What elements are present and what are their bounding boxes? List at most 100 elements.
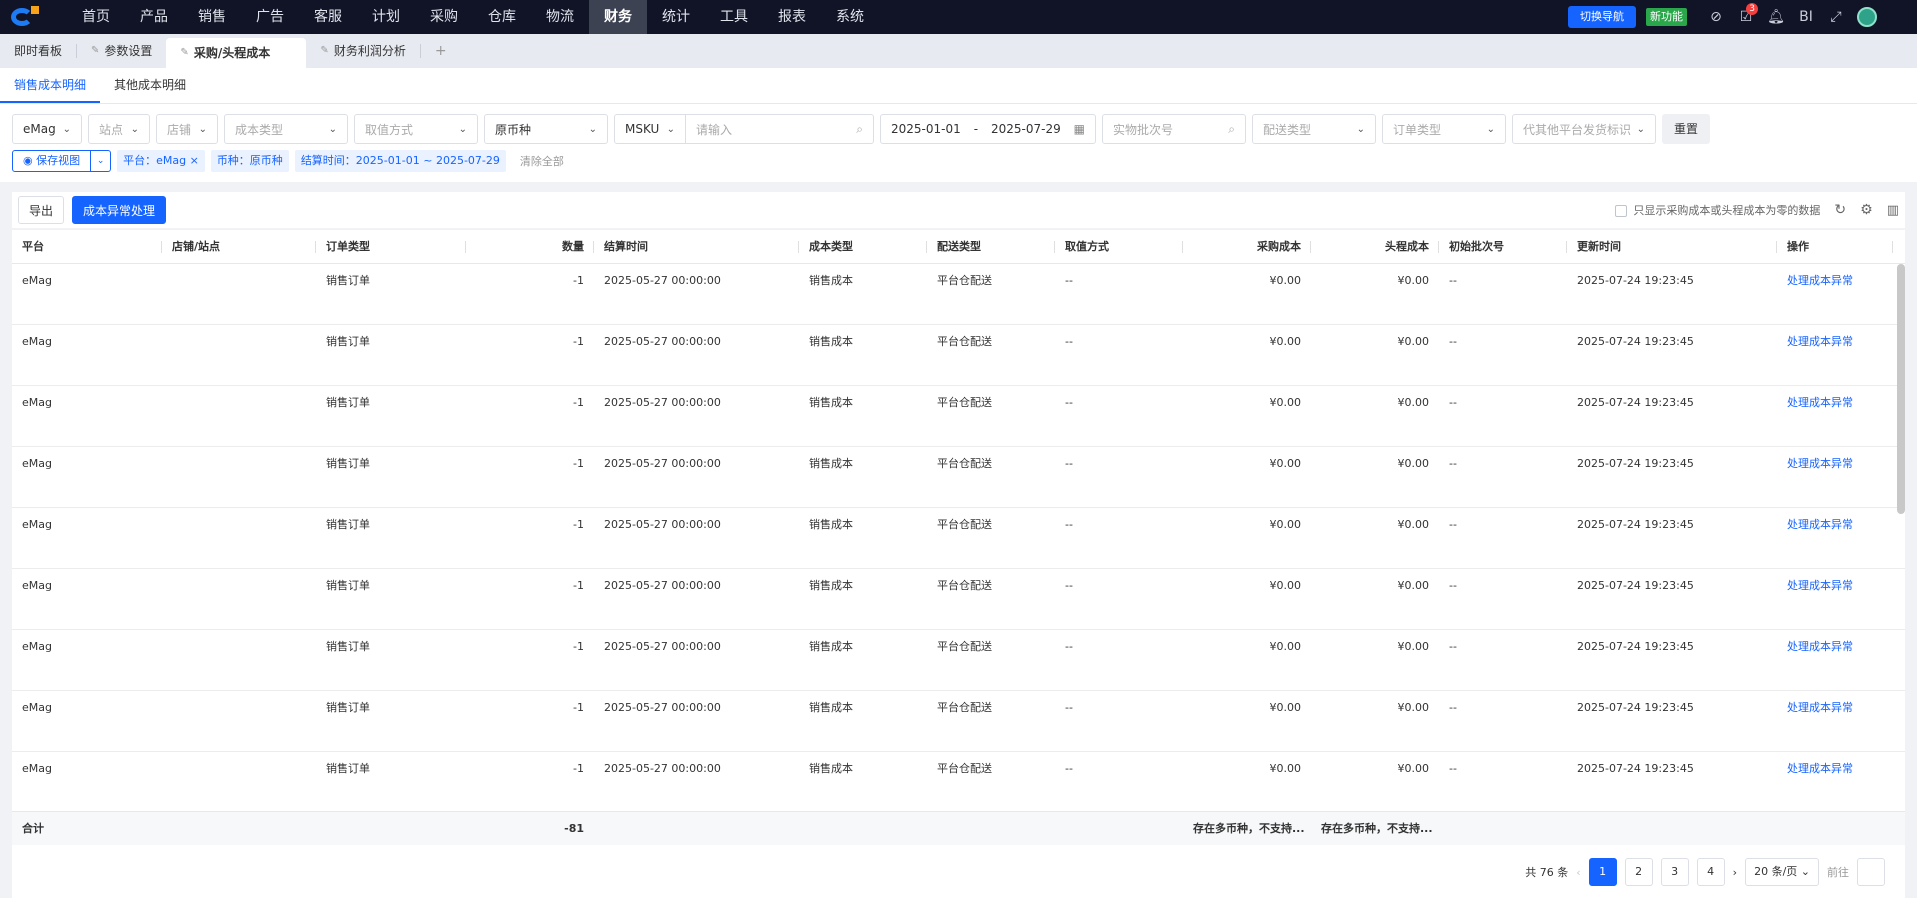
menu-item[interactable]: 统计 [647, 0, 705, 34]
calendar-icon: ▦ [1073, 122, 1085, 136]
fullscreen-icon[interactable]: ⤢ [1821, 0, 1851, 34]
table-cell: -- [1449, 274, 1457, 287]
table-cell: 2025-05-27 00:00:00 [604, 640, 721, 653]
page-size-select[interactable]: 20 条/页 ⌄ [1745, 858, 1819, 886]
chevron-down-icon[interactable]: ⌄ [91, 150, 112, 172]
help-icon[interactable]: ⊘ [1701, 0, 1731, 34]
page-button[interactable]: 2 [1624, 858, 1653, 886]
zero-only-checkbox[interactable]: 只显示采购成本或头程成本为零的数据 [1615, 202, 1820, 218]
column-header[interactable]: 取值方式 [1055, 230, 1183, 263]
menu-item[interactable]: 销售 [183, 0, 241, 34]
columns-icon[interactable]: ▥ [1887, 203, 1899, 218]
column-header[interactable]: 数量 [466, 230, 594, 263]
handle-abnormal-link[interactable]: 处理成本异常 [1777, 447, 1893, 507]
column-header[interactable]: 订单类型 [316, 230, 466, 263]
column-header[interactable]: 更新时间 [1567, 230, 1777, 263]
handle-abnormal-link[interactable]: 处理成本异常 [1777, 569, 1893, 629]
menu-item[interactable]: 首页 [67, 0, 125, 34]
search-icon[interactable]: ⌕ [1228, 122, 1235, 137]
handle-abnormal-link[interactable]: 处理成本异常 [1777, 386, 1893, 446]
cost-type-select[interactable]: 成本类型 ⌄ [224, 114, 348, 144]
page-button[interactable]: 1 [1588, 858, 1617, 886]
handle-abnormal-link[interactable]: 处理成本异常 [1777, 691, 1893, 751]
tab-profit[interactable]: ✎ 财务利润分析 [306, 34, 419, 68]
menu-item[interactable]: 物流 [531, 0, 589, 34]
table-cell: -1 [573, 701, 584, 714]
delivery-select[interactable]: 配送类型 ⌄ [1252, 114, 1376, 144]
switch-nav-button[interactable]: 切换导航 [1568, 6, 1636, 28]
handle-abnormal-link[interactable]: 处理成本异常 [1777, 508, 1893, 568]
menu-item[interactable]: 仓库 [473, 0, 531, 34]
menu-item[interactable]: 工具 [705, 0, 763, 34]
column-header[interactable]: 头程成本 [1311, 230, 1439, 263]
subtab-other-cost[interactable]: 其他成本明细 [100, 68, 200, 103]
date-range-picker[interactable]: 2025-01-01 - 2025-07-29 ▦ [880, 114, 1096, 144]
scrollbar[interactable] [1897, 264, 1905, 514]
column-header[interactable]: 结算时间 [594, 230, 799, 263]
logo[interactable] [0, 0, 52, 34]
tab-dashboard[interactable]: 即时看板 [0, 34, 76, 68]
close-icon[interactable]: × [190, 154, 199, 167]
bi-icon[interactable]: BI [1791, 0, 1821, 34]
order-type-select[interactable]: 订单类型 ⌄ [1382, 114, 1506, 144]
currency-select[interactable]: 原币种 ⌄ [484, 114, 608, 144]
goto-input[interactable] [1857, 858, 1885, 886]
search-icon[interactable]: ⌕ [856, 122, 863, 137]
task-icon[interactable]: ☑ 3 [1731, 0, 1761, 34]
new-feature-badge[interactable]: 新功能 [1646, 8, 1687, 26]
gear-icon[interactable]: ⚙ [1860, 202, 1873, 218]
handle-abnormal-link[interactable]: 处理成本异常 [1777, 264, 1893, 324]
handle-abnormal-link[interactable]: 处理成本异常 [1777, 630, 1893, 690]
save-view-button[interactable]: ◉ 保存视图 ⌄ [12, 150, 112, 172]
handle-abnormal-link[interactable]: 处理成本异常 [1777, 325, 1893, 385]
reset-button[interactable]: 重置 [1662, 114, 1711, 144]
bell-icon[interactable]: 🔔︎ [1761, 0, 1791, 34]
column-header[interactable]: 成本类型 [799, 230, 927, 263]
pin-icon[interactable]: ✎ [180, 38, 188, 68]
tab-settings[interactable]: ✎ 参数设置 [77, 34, 166, 68]
avatar[interactable] [1857, 7, 1877, 27]
filter-chip-platform[interactable]: 平台：eMag × [117, 150, 205, 172]
column-header[interactable]: 操作 [1777, 230, 1893, 263]
other-platform-select[interactable]: 代其他平台发货标识 ⌄ [1512, 114, 1656, 144]
add-tab-button[interactable]: + [421, 34, 461, 68]
refresh-icon[interactable]: ↻ [1834, 202, 1846, 218]
menu-item[interactable]: 产品 [125, 0, 183, 34]
shop-select[interactable]: 店铺 ⌄ [156, 114, 218, 144]
abnormal-cost-button[interactable]: 成本异常处理 [72, 196, 167, 224]
filter-chip-date[interactable]: 结算时间：2025-01-01 ~ 2025-07-29 [294, 150, 506, 172]
page-button[interactable]: 4 [1696, 858, 1725, 886]
next-icon[interactable]: › [1733, 866, 1737, 879]
filter-chip-currency[interactable]: 币种：原币种 [210, 150, 289, 172]
batch-input[interactable]: 实物批次号 ⌕ [1102, 114, 1246, 144]
table-cell: -- [1449, 396, 1457, 409]
clear-all-link[interactable]: 清除全部 [520, 153, 564, 169]
menu-item[interactable]: 系统 [821, 0, 879, 34]
export-button[interactable]: 导出 [18, 196, 65, 224]
column-header[interactable]: 初始批次号 [1439, 230, 1567, 263]
handle-abnormal-link[interactable]: 处理成本异常 [1777, 752, 1893, 811]
menu-item[interactable]: 广告 [241, 0, 299, 34]
platform-select[interactable]: eMag ⌄ [12, 114, 82, 144]
menu-item[interactable]: 财务 [589, 0, 647, 34]
site-select[interactable]: 站点 ⌄ [88, 114, 150, 144]
msku-select[interactable]: MSKU ⌄ [614, 114, 686, 144]
menu-item[interactable]: 采购 [415, 0, 473, 34]
menu-item[interactable]: 客服 [299, 0, 357, 34]
value-method-select[interactable]: 取值方式 ⌄ [354, 114, 478, 144]
search-input[interactable]: 请输入 ⌕ [686, 114, 874, 144]
page-tabs: 即时看板 ✎ 参数设置 ✎ 采购/头程成本 ✎ 财务利润分析 + [0, 34, 1917, 68]
pin-icon[interactable]: ✎ [320, 34, 328, 68]
column-header[interactable]: 平台 [12, 230, 162, 263]
subtab-sales-cost[interactable]: 销售成本明细 [0, 68, 101, 103]
menu-item[interactable]: 报表 [763, 0, 821, 34]
pin-icon[interactable]: ✎ [91, 34, 99, 68]
table-cell: 销售成本 [809, 762, 853, 775]
column-header[interactable]: 配送类型 [927, 230, 1055, 263]
tab-cost[interactable]: ✎ 采购/头程成本 [166, 38, 307, 68]
page-button[interactable]: 3 [1660, 858, 1689, 886]
prev-icon[interactable]: ‹ [1576, 866, 1580, 879]
menu-item[interactable]: 计划 [357, 0, 415, 34]
column-header[interactable]: 采购成本 [1183, 230, 1311, 263]
column-header[interactable]: 店铺/站点 [162, 230, 316, 263]
